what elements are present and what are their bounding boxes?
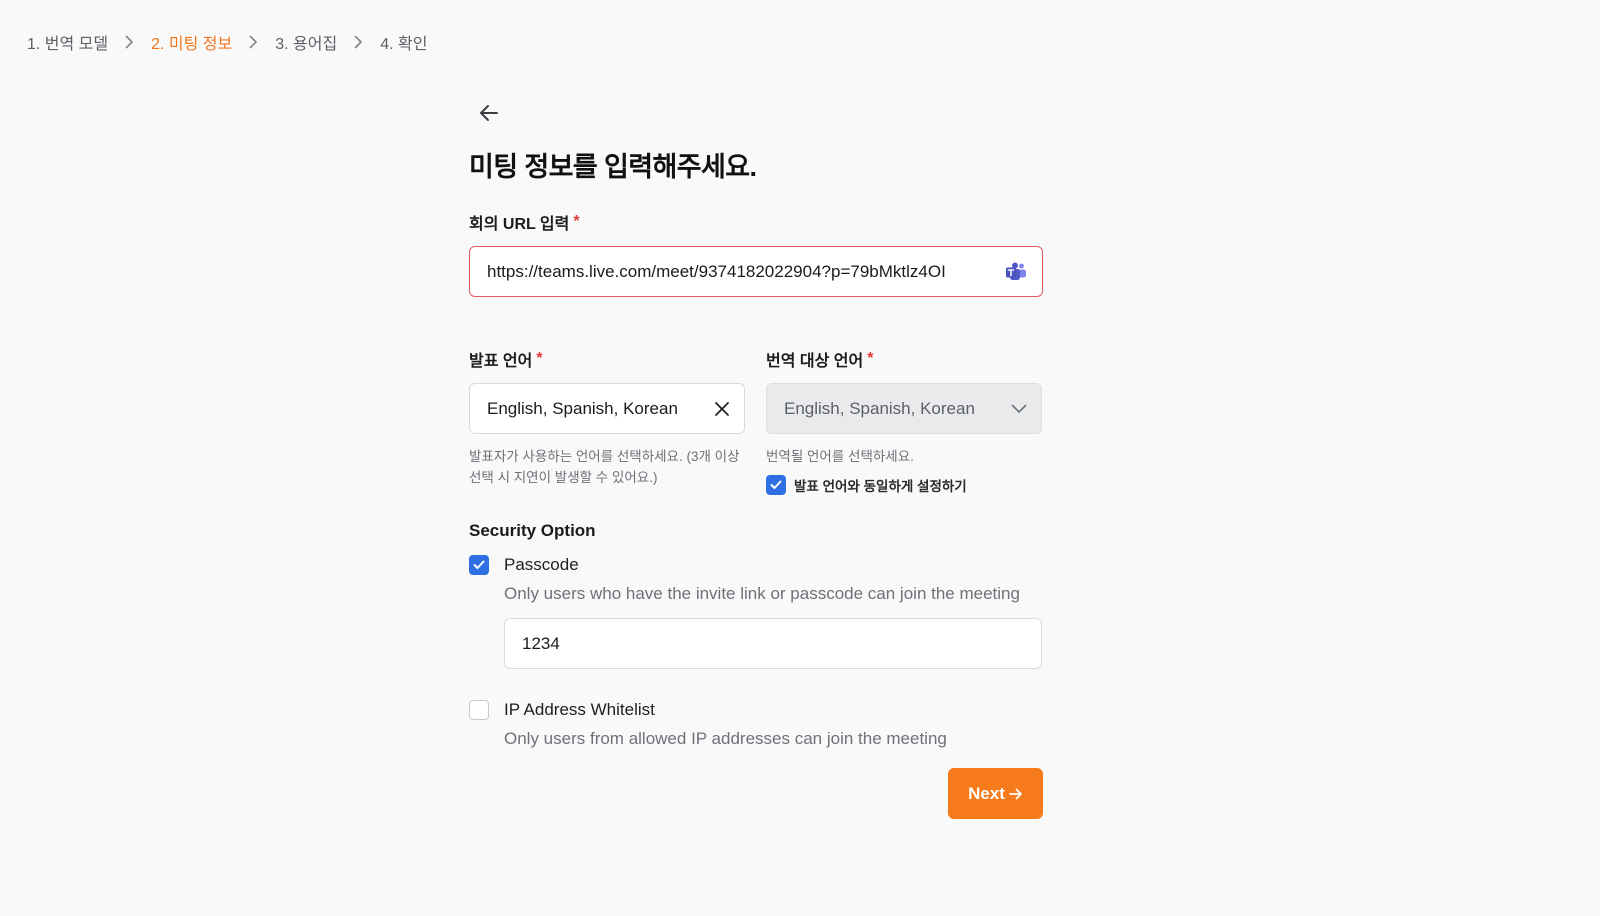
speaker-language-label: 발표 언어 * (469, 347, 745, 371)
same-as-speaker-label: 발표 언어와 동일하게 설정하기 (794, 479, 967, 494)
arrow-right-icon (1009, 788, 1023, 800)
passcode-checkbox[interactable] (469, 555, 489, 575)
target-language-label: 번역 대상 언어 * (766, 347, 1042, 371)
check-icon (473, 560, 485, 570)
next-button-label: Next (968, 783, 1005, 803)
speaker-language-group: 발표 언어 * English, Spanish, Korean 발표자가 사용… (469, 347, 745, 495)
step-translation-model[interactable]: 1. 번역 모델 (27, 30, 108, 54)
step-meeting-info[interactable]: 2. 미팅 정보 (151, 30, 232, 54)
speaker-language-label-text: 발표 언어 (469, 353, 533, 370)
ip-whitelist-title: IP Address Whitelist (504, 700, 655, 719)
security-option-title: Security Option (469, 521, 596, 540)
passcode-title: Passcode (504, 555, 579, 574)
chevron-right-icon (249, 35, 258, 49)
required-mark: * (867, 350, 874, 367)
url-label: 회의 URL 입력 * (469, 210, 1043, 234)
arrow-left-icon (479, 104, 499, 122)
chevron-right-icon (125, 35, 134, 49)
target-language-select[interactable]: English, Spanish, Korean (766, 383, 1042, 434)
target-language-value: English, Spanish, Korean (784, 398, 975, 418)
stepper: 1. 번역 모델 2. 미팅 정보 3. 용어집 4. 확인 (27, 30, 427, 54)
close-icon[interactable] (714, 401, 730, 417)
meeting-info-form: 미팅 정보를 입력해주세요. 회의 URL 입력 * https://teams… (469, 93, 1043, 819)
url-label-text: 회의 URL 입력 (469, 216, 570, 233)
same-as-speaker-option[interactable]: 발표 언어와 동일하게 설정하기 (766, 475, 1042, 495)
required-mark: * (573, 213, 580, 230)
ip-whitelist-description: Only users from allowed IP addresses can… (504, 729, 947, 748)
target-language-helper: 번역될 언어를 선택하세요. (766, 449, 914, 464)
speaker-language-value: English, Spanish, Korean (487, 398, 678, 418)
page-title: 미팅 정보를 입력해주세요. (469, 152, 757, 182)
url-field[interactable] (469, 246, 1043, 297)
chevron-right-icon (354, 35, 363, 49)
teams-icon (1004, 261, 1028, 283)
required-mark: * (536, 350, 543, 367)
target-language-label-text: 번역 대상 언어 (766, 353, 864, 370)
passcode-field[interactable] (504, 618, 1042, 669)
footer-actions: Next (469, 768, 1043, 819)
chevron-down-icon (1011, 404, 1027, 414)
step-confirm[interactable]: 4. 확인 (380, 30, 427, 54)
next-button[interactable]: Next (948, 768, 1043, 819)
page: 1. 번역 모델 2. 미팅 정보 3. 용어집 4. 확인 미팅 정보를 입력… (0, 0, 1600, 916)
passcode-option: Passcode Only users who have the invite … (469, 555, 1043, 669)
same-as-speaker-checkbox[interactable] (766, 475, 786, 495)
check-icon (770, 480, 782, 490)
speaker-language-helper: 발표자가 사용하는 언어를 선택하세요. (3개 이상 선택 시 지연이 발생할… (469, 449, 740, 485)
speaker-language-select[interactable]: English, Spanish, Korean (469, 383, 745, 434)
ip-whitelist-option: IP Address Whitelist Only users from all… (469, 700, 1043, 752)
target-language-group: 번역 대상 언어 * English, Spanish, Korean 번역될 … (766, 347, 1042, 495)
url-input[interactable] (487, 261, 1004, 282)
step-glossary[interactable]: 3. 용어집 (275, 30, 337, 54)
language-row: 발표 언어 * English, Spanish, Korean 발표자가 사용… (469, 347, 1043, 495)
ip-whitelist-checkbox[interactable] (469, 700, 489, 720)
back-button[interactable] (469, 93, 509, 133)
passcode-description: Only users who have the invite link or p… (504, 584, 1020, 603)
passcode-input[interactable] (522, 633, 1024, 654)
